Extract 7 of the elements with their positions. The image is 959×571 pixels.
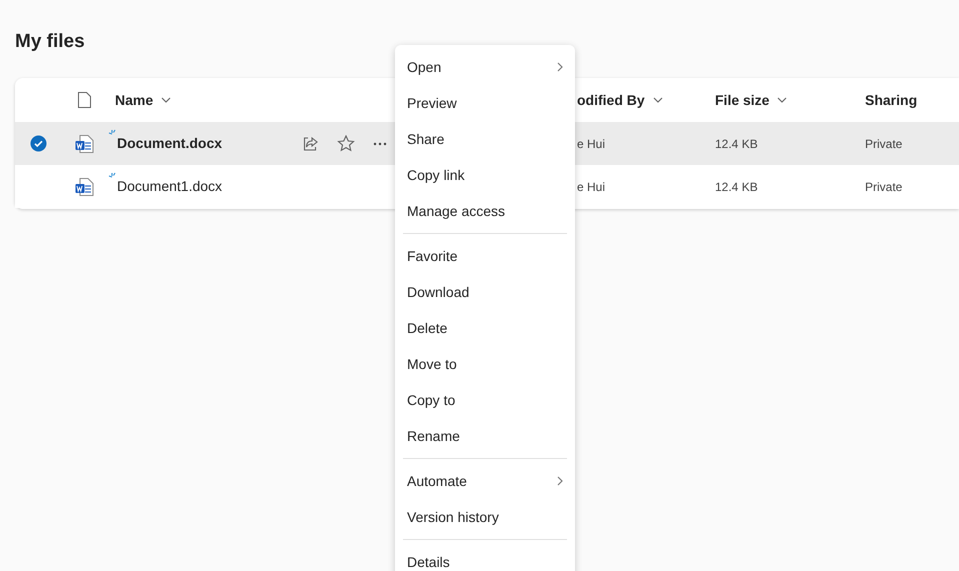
modified-by-text: e Hui bbox=[577, 136, 606, 150]
file-size-text: 12.4 KB bbox=[715, 136, 758, 150]
sharing-text: Private bbox=[865, 180, 902, 194]
page-title: My files bbox=[15, 30, 85, 54]
sharing-text: Private bbox=[865, 136, 902, 150]
file-size-text: 12.4 KB bbox=[715, 180, 758, 194]
modified-by-text: e Hui bbox=[577, 180, 606, 194]
